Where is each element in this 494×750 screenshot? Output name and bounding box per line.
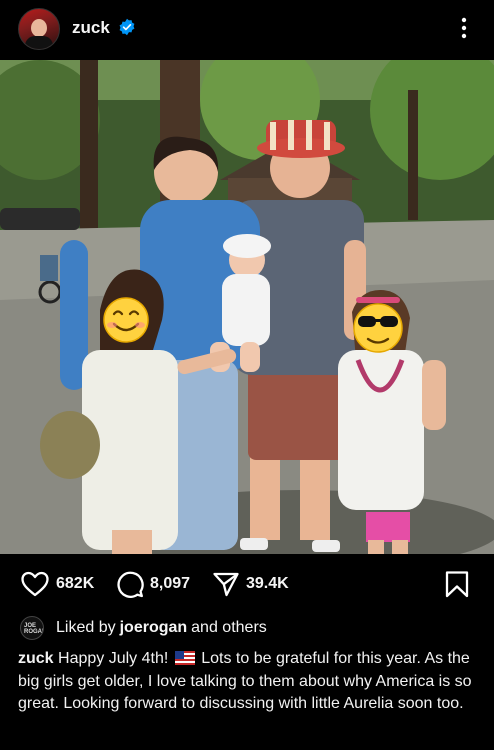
caption-text-start: Happy July 4th!: [58, 650, 169, 667]
post-actions: 682K 8,097 39.4K: [0, 554, 494, 614]
like-action[interactable]: 682K: [20, 570, 94, 598]
smiling-face-emoji: [103, 297, 149, 343]
post-username[interactable]: zuck: [72, 18, 110, 38]
caption-username[interactable]: zuck: [18, 650, 54, 667]
liked-by-user[interactable]: joerogan: [120, 619, 188, 637]
us-flag-emoji: [174, 651, 195, 665]
share-action[interactable]: 39.4K: [212, 570, 289, 598]
liked-by-avatar[interactable]: JOE ROGAN: [20, 616, 44, 640]
verified-badge-icon: [119, 18, 135, 36]
send-icon[interactable]: [212, 570, 240, 598]
shares-count[interactable]: 39.4K: [246, 575, 289, 593]
more-vertical-icon[interactable]: [456, 16, 472, 40]
liked-by-suffix[interactable]: and others: [191, 619, 267, 637]
post-photo[interactable]: [0, 60, 494, 554]
likes-count[interactable]: 682K: [56, 575, 94, 593]
post-header: zuck: [0, 0, 494, 60]
heart-icon[interactable]: [20, 570, 50, 598]
comment-bubble-icon[interactable]: [116, 570, 144, 598]
profile-avatar[interactable]: [18, 8, 60, 50]
comments-count[interactable]: 8,097: [150, 575, 190, 593]
post-caption: zuck Happy July 4th! Lots to be grateful…: [18, 648, 478, 716]
liked-by-row[interactable]: JOE ROGAN Liked by joerogan and others: [20, 615, 267, 641]
comment-action[interactable]: 8,097: [116, 570, 190, 598]
bookmark-icon[interactable]: [444, 570, 470, 598]
liked-by-prefix: Liked by: [56, 619, 116, 636]
